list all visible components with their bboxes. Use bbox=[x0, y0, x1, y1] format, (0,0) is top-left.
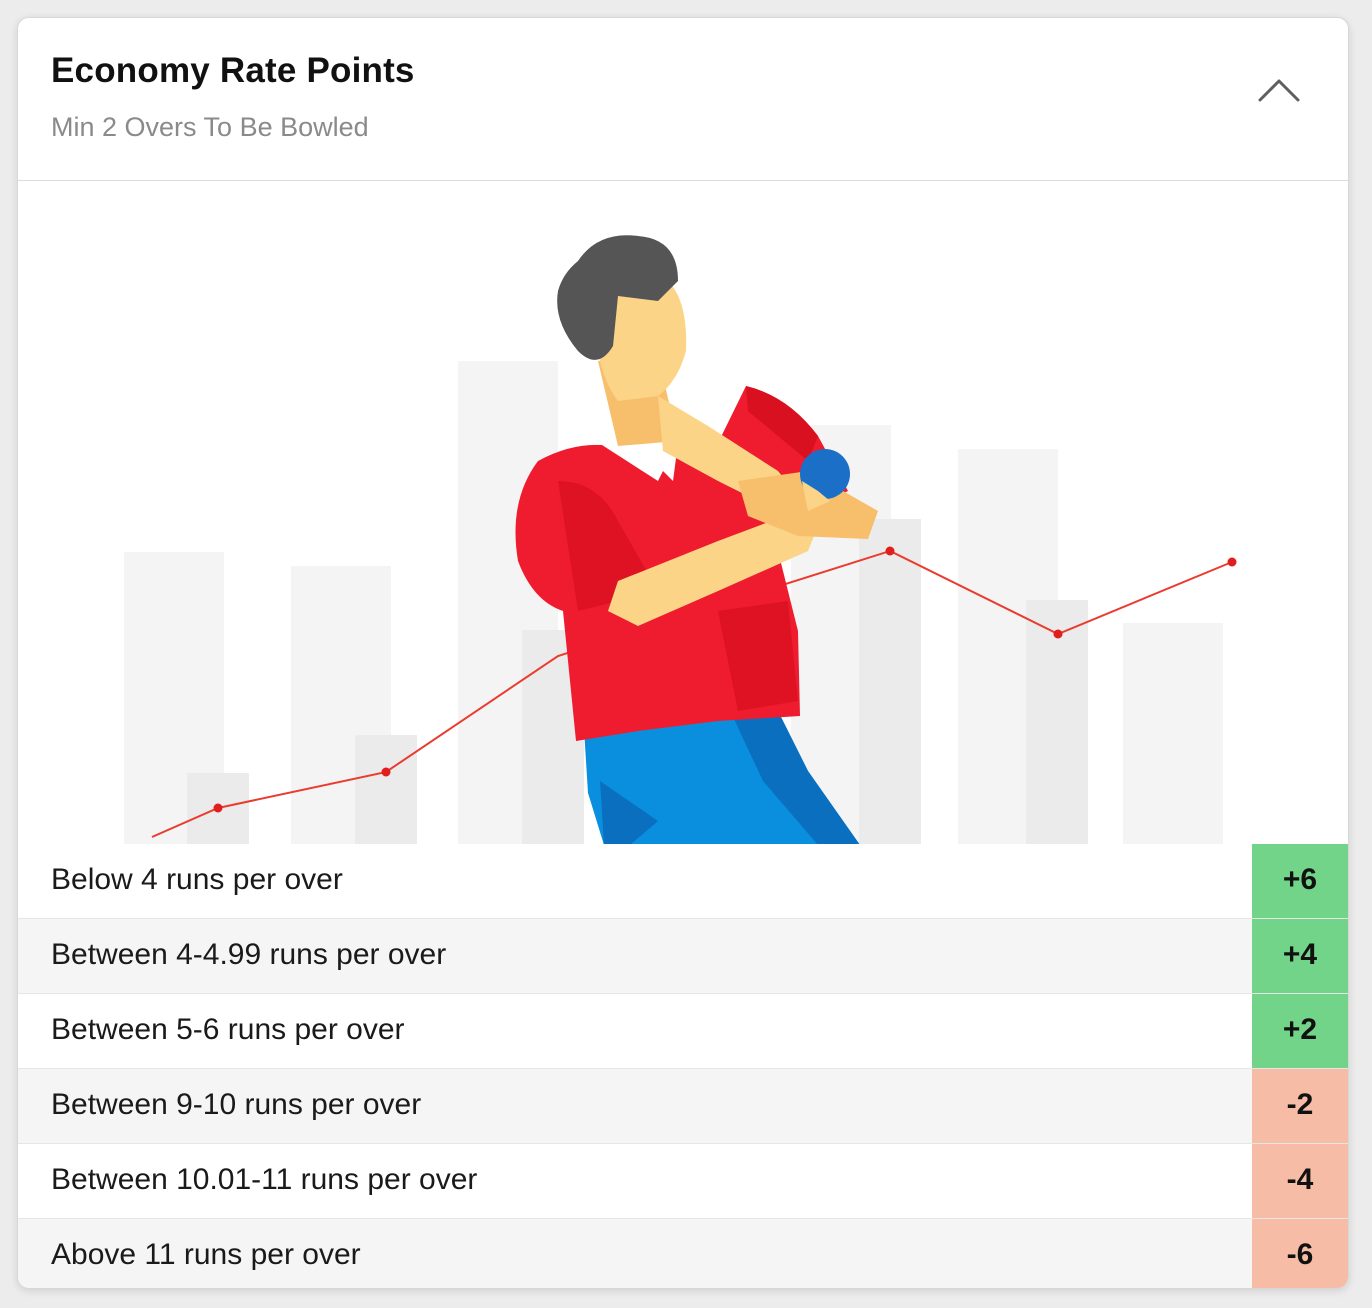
card-subtitle: Min 2 Overs To Be Bowled bbox=[51, 112, 369, 142]
rule-points: +4 bbox=[1252, 919, 1348, 993]
rule-points: -6 bbox=[1252, 1219, 1348, 1288]
rule-label: Between 5-6 runs per over bbox=[51, 1013, 405, 1046]
collapse-button[interactable] bbox=[1254, 68, 1304, 108]
rule-points: -2 bbox=[1252, 1069, 1348, 1143]
rule-row: Below 4 runs per over +6 bbox=[18, 844, 1348, 919]
rule-label: Between 4-4.99 runs per over bbox=[51, 938, 447, 971]
rule-label: Between 9-10 runs per over bbox=[51, 1088, 422, 1121]
rule-row: Above 11 runs per over -6 bbox=[18, 1219, 1348, 1288]
card-header[interactable]: Economy Rate Points Min 2 Overs To Be Bo… bbox=[18, 18, 1348, 181]
bowler-illustration bbox=[18, 181, 1348, 845]
rule-row: Between 9-10 runs per over -2 bbox=[18, 1069, 1348, 1144]
rule-label: Below 4 runs per over bbox=[51, 863, 343, 896]
rule-points: +2 bbox=[1252, 994, 1348, 1068]
rule-label: Between 10.01-11 runs per over bbox=[51, 1163, 478, 1196]
bowler-illustration-icon bbox=[124, 235, 1237, 845]
rule-row: Between 10.01-11 runs per over -4 bbox=[18, 1144, 1348, 1219]
rule-row: Between 5-6 runs per over +2 bbox=[18, 994, 1348, 1069]
rule-points: +6 bbox=[1252, 844, 1348, 918]
chevron-up-icon bbox=[1258, 79, 1300, 102]
card-title: Economy Rate Points bbox=[51, 51, 415, 90]
rule-row: Between 4-4.99 runs per over +4 bbox=[18, 919, 1348, 994]
rule-points: -4 bbox=[1252, 1144, 1348, 1218]
economy-rate-card: Economy Rate Points Min 2 Overs To Be Bo… bbox=[17, 17, 1349, 1289]
economy-rules-table: Below 4 runs per over +6 Between 4-4.99 … bbox=[18, 844, 1348, 1288]
rule-label: Above 11 runs per over bbox=[51, 1238, 361, 1271]
